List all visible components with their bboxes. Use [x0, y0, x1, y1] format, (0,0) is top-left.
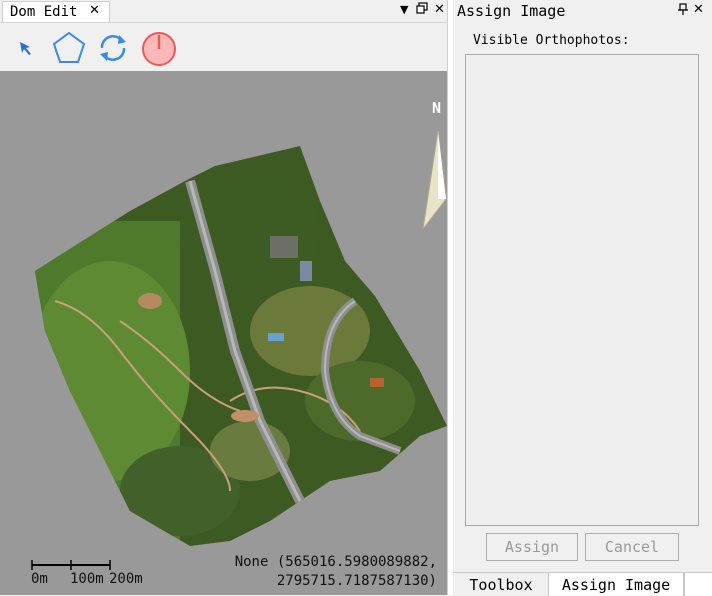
scale-label-0: 0m	[31, 571, 48, 587]
cancel-button[interactable]: Cancel	[585, 533, 679, 561]
coordinate-line-2: 2795715.7187587130)	[276, 573, 437, 589]
float-window-icon[interactable]	[416, 2, 428, 17]
map-view[interactable]: N None (565016.5980089882, 2795715.71875…	[0, 71, 447, 595]
north-label: N	[432, 99, 442, 117]
scale-label-100: 100m	[70, 571, 104, 587]
tab-close-icon[interactable]: ✕	[89, 3, 100, 18]
refresh-button[interactable]	[94, 29, 132, 67]
dom-edit-tabbar: Dom Edit ✕ ▼ ✕	[0, 0, 451, 23]
power-icon	[142, 32, 176, 66]
tab-assign-image[interactable]: Assign Image	[548, 573, 684, 596]
pin-icon[interactable]	[677, 3, 689, 19]
orthophoto-image	[35, 146, 447, 546]
polygon-icon	[52, 31, 86, 63]
visible-orthophotos-list[interactable]	[465, 54, 699, 526]
visible-orthophotos-label: Visible Orthophotos:	[473, 33, 630, 48]
select-arrow-icon	[20, 42, 31, 55]
tab-dom-edit[interactable]: Dom Edit ✕	[2, 1, 110, 22]
assign-image-pane: Assign Image ✕ Visible Orthophotos: Assi…	[453, 0, 712, 596]
tab-dom-edit-label: Dom Edit	[10, 4, 78, 20]
scale-bar	[31, 560, 111, 570]
assign-image-title: Assign Image	[457, 2, 566, 20]
coordinate-readout: None (565016.5980089882, 2795715.7187587…	[235, 553, 437, 591]
polygon-tool-button[interactable]	[50, 29, 88, 67]
power-button[interactable]	[140, 29, 178, 67]
dropdown-icon[interactable]: ▼	[400, 3, 408, 16]
edit-toolbar	[0, 23, 451, 71]
pane-close-icon[interactable]: ✕	[434, 2, 445, 17]
bottom-tab-strip: Toolbox Assign Image	[453, 572, 712, 596]
north-arrow-shape	[422, 130, 447, 230]
tab-toolbox[interactable]: Toolbox	[455, 573, 547, 596]
dom-edit-pane: Dom Edit ✕ ▼ ✕ N None (565016.5980089882…	[0, 0, 451, 595]
refresh-icon	[100, 35, 126, 61]
assign-pane-close-icon[interactable]: ✕	[693, 2, 704, 17]
coordinate-line-1: None (565016.5980089882,	[234, 554, 437, 570]
assign-button[interactable]: Assign	[486, 533, 578, 561]
select-tool-button[interactable]	[7, 29, 45, 67]
tab-overflow[interactable]	[684, 573, 712, 596]
scale-label-200: 200m	[109, 571, 143, 587]
